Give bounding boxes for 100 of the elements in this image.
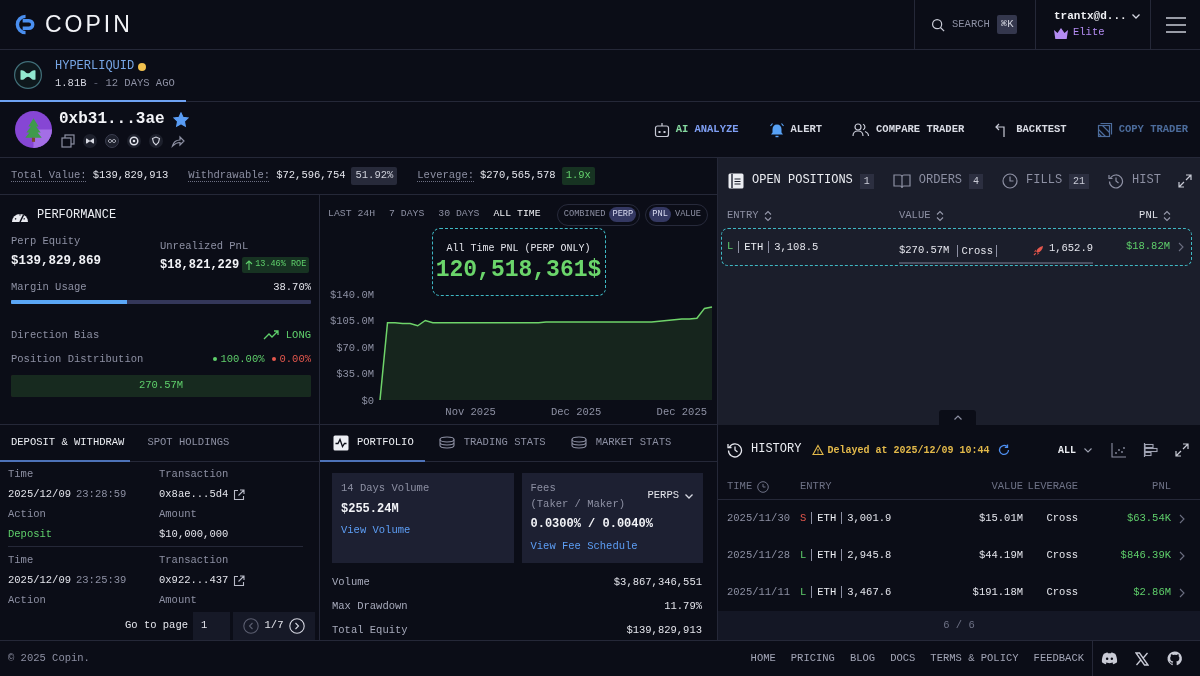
circle-chevron-left-icon[interactable]	[242, 618, 259, 634]
y-axis-label: $0	[361, 394, 374, 407]
expand-icon[interactable]	[1178, 174, 1192, 188]
favorite-star-icon[interactable]	[172, 112, 189, 128]
footer-link[interactable]: HOME	[750, 651, 776, 666]
x-logo-icon[interactable]	[1135, 651, 1149, 666]
market-dropdown[interactable]: PERPS	[647, 489, 694, 503]
view-volume-link[interactable]: View Volume	[341, 523, 411, 537]
field-label: Action	[8, 594, 46, 608]
trade-date: 2025/11/28	[727, 548, 790, 563]
range-tab[interactable]: 30 DAYS	[438, 208, 480, 221]
range-tab[interactable]: LAST 24H	[328, 208, 376, 221]
range-tab[interactable]: 7 DAYS	[389, 208, 425, 221]
side-label: L	[800, 585, 808, 600]
striped-square-icon	[1096, 121, 1113, 138]
margin-mode: Cross	[957, 245, 997, 257]
stat-label: Direction Bias	[11, 328, 100, 342]
chevron-right-icon[interactable]	[1177, 242, 1184, 252]
shield-icon[interactable]	[149, 133, 163, 148]
position-row[interactable]: L ETH 3,108.5 $270.57M Cross 1,652.9 $18.82M	[721, 228, 1192, 266]
stat-value: 11.79%	[664, 600, 702, 614]
positions-tab[interactable]: ORDERS 4	[892, 173, 984, 189]
panel-title: HISTORY	[751, 442, 802, 458]
sort-icon	[1163, 210, 1171, 222]
footer-link[interactable]: TERMS & POLICY	[930, 651, 1019, 666]
trade-value: $15.01M	[978, 511, 1023, 526]
callout-value: 120,518,361$	[435, 259, 602, 282]
page-input[interactable]: 1	[193, 612, 230, 640]
action-value: Deposit	[8, 528, 53, 542]
field-label: Time	[8, 468, 34, 482]
stat-label: Volume	[332, 576, 370, 590]
leverage-text: Cross	[1046, 585, 1078, 600]
panel-tab[interactable]: SPOT HOLDINGS	[136, 425, 236, 462]
ai-analyze-button[interactable]: AI ANALYZE	[653, 121, 739, 138]
direction-value: LONG	[285, 328, 311, 342]
circle-chevron-right-icon[interactable]	[289, 618, 306, 634]
collapse-handle[interactable]	[939, 410, 976, 425]
record-time: 23:25:39	[76, 574, 127, 588]
pnl-value: $846.39K	[1120, 548, 1171, 563]
infinity-icon[interactable]	[105, 133, 119, 148]
column-header[interactable]: VALUE	[899, 209, 944, 223]
chevron-right-icon[interactable]	[1178, 587, 1185, 598]
card-value: 0.0300% / 0.0040%	[530, 516, 653, 532]
positions-tab[interactable]: OPEN POSITIONS 1	[728, 173, 874, 189]
count-badge: 1	[859, 173, 874, 189]
amount-value: $10,000,000	[159, 528, 229, 542]
panel-tab[interactable]: PORTFOLIO	[320, 425, 425, 462]
positions-tab[interactable]: HIST	[1108, 173, 1161, 189]
chevron-right-icon[interactable]	[1178, 513, 1185, 524]
liquidation-price: 1,652.9	[1048, 242, 1093, 256]
toggle-option[interactable]: PERP	[609, 206, 637, 223]
menu-icon[interactable]	[1165, 16, 1186, 33]
footer-link[interactable]: DOCS	[890, 651, 916, 666]
column-header[interactable]: PNL	[1139, 209, 1171, 223]
copy-icon[interactable]	[61, 133, 75, 148]
tx-hash-link[interactable]: 0x922...437	[159, 574, 229, 588]
external-link-icon[interactable]	[233, 575, 246, 587]
column-header[interactable]: ENTRY	[727, 209, 772, 223]
pnl-value: $2.86M	[1133, 585, 1171, 600]
range-tab[interactable]: ALL TIME	[493, 208, 541, 221]
filter-dropdown[interactable]: ALL	[1058, 443, 1093, 457]
external-link-icon[interactable]	[233, 489, 246, 501]
github-icon[interactable]	[1166, 651, 1183, 666]
stat-value: $139,829,913	[626, 624, 702, 638]
expand-icon[interactable]	[1175, 443, 1189, 457]
toggle-option[interactable]: COMBINED	[560, 206, 609, 223]
bar-chart-icon[interactable]	[1143, 442, 1159, 458]
symbol-text: ETH	[811, 549, 842, 562]
panel-tab[interactable]: TRADING STATS	[424, 425, 557, 462]
footer-link[interactable]: BLOG	[849, 651, 876, 666]
target-icon[interactable]	[127, 133, 141, 148]
search-button[interactable]: SEARCH ⌘K	[914, 0, 1035, 49]
copy-trader-button[interactable]: COPY TRADER	[1096, 121, 1188, 138]
footer-link[interactable]: FEEDBACK	[1033, 651, 1084, 666]
bowtie-icon[interactable]	[83, 133, 97, 148]
fee-schedule-link[interactable]: View Fee Schedule	[530, 539, 638, 553]
toggle-option[interactable]: PNL	[649, 206, 671, 223]
long-dot-icon	[213, 357, 218, 361]
panel-tab[interactable]: MARKET STATS	[556, 425, 683, 462]
compare-trader-button[interactable]: COMPARE TRADER	[852, 121, 965, 138]
protocol-tab[interactable]: HYPERLIQUID 1.81B - 12 DAYS AGO	[0, 50, 186, 102]
account-button[interactable]: trantx@d...	[1054, 9, 1150, 24]
footer-link[interactable]: PRICING	[790, 651, 835, 666]
callout-label: All Time PNL (PERP ONLY)	[446, 242, 591, 255]
exchange-logo-icon	[14, 61, 42, 89]
discord-icon[interactable]	[1101, 651, 1118, 666]
chevron-right-icon[interactable]	[1178, 550, 1185, 561]
refresh-icon[interactable]	[998, 444, 1011, 456]
share-icon[interactable]	[171, 133, 185, 148]
toggle-option[interactable]: VALUE	[671, 206, 704, 223]
entry-price: 3,108.5	[768, 241, 824, 253]
delay-notice: Delayed at 2025/12/09 10:44	[827, 443, 990, 457]
backtest-button[interactable]: BACKTEST	[994, 121, 1067, 138]
scatter-chart-icon[interactable]	[1111, 442, 1127, 458]
column-header: LEVERAGE	[1027, 480, 1078, 494]
alert-button[interactable]: ALERT	[768, 121, 823, 138]
panel-tab[interactable]: DEPOSIT & WITHDRAW	[0, 425, 131, 462]
positions-tab[interactable]: FILLS 21	[1002, 173, 1090, 189]
summary-badge: 1.9x	[561, 167, 595, 185]
tx-hash-link[interactable]: 0x8ae...5d4	[159, 488, 229, 502]
